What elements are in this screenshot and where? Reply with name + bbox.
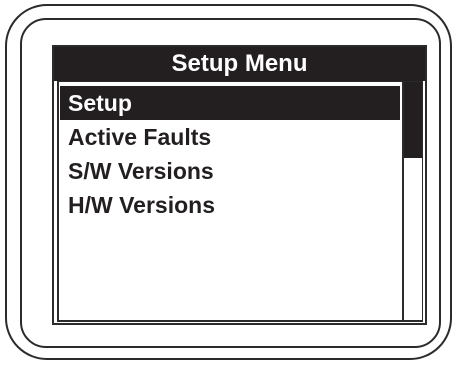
menu-item-sw-versions[interactable]: S/W Versions [60,154,400,188]
menu-title: Setup Menu [54,47,425,81]
scrollbar-thumb[interactable] [404,82,422,158]
menu-list: Setup Active Faults S/W Versions H/W Ver… [60,86,400,222]
menu-item-active-faults[interactable]: Active Faults [60,120,400,154]
menu-item-hw-versions[interactable]: H/W Versions [60,188,400,222]
scrollbar[interactable] [402,82,422,320]
menu-item-setup[interactable]: Setup [60,86,400,120]
